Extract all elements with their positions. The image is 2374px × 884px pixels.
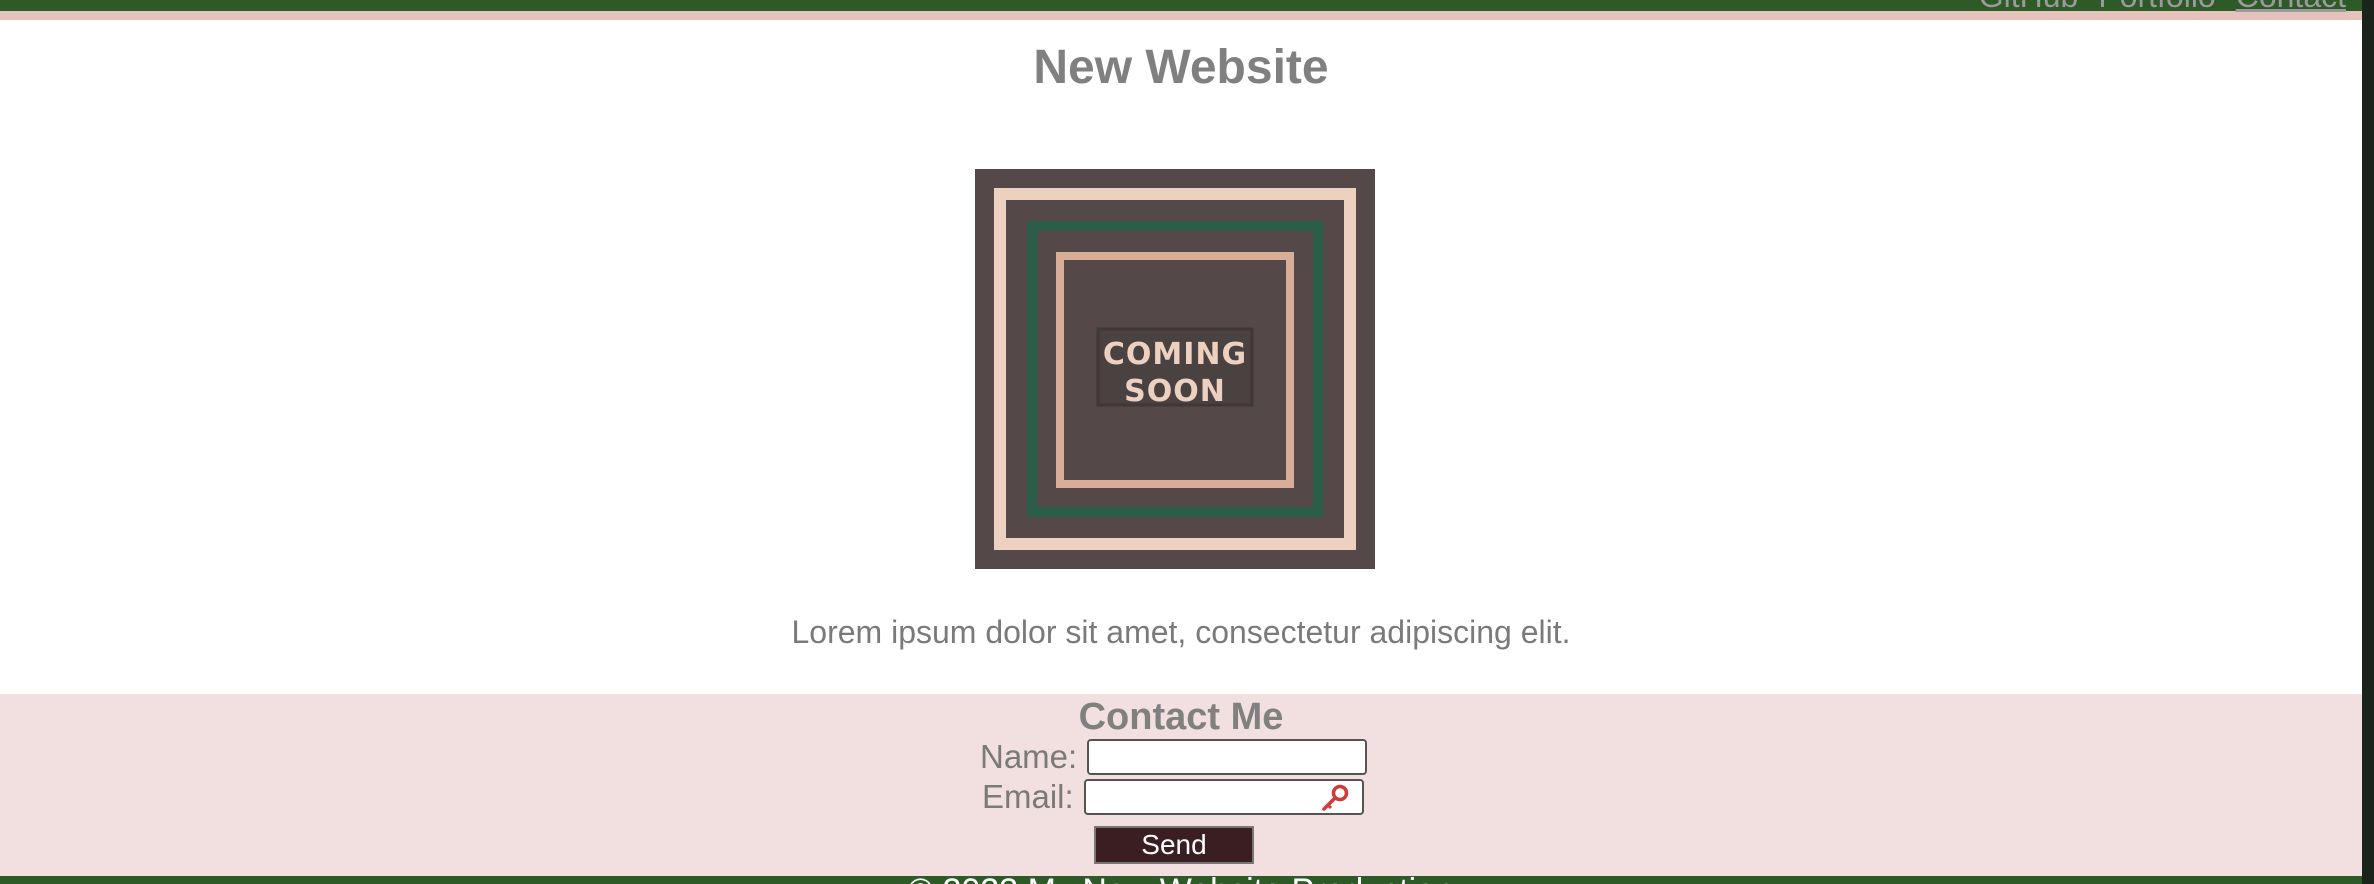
- nav-link-portfolio[interactable]: Portfolio: [2098, 0, 2215, 12]
- top-nav: GitHub Portfolio Contact: [1979, 0, 2346, 12]
- contact-heading: Contact Me: [1078, 696, 1284, 738]
- name-field[interactable]: [1087, 739, 1368, 775]
- page: GitHub Portfolio Contact New Website COM…: [0, 0, 2374, 884]
- contact-section: Contact Me Name: Email: Send: [0, 694, 2362, 876]
- email-field[interactable]: [1083, 779, 1364, 815]
- footer-text: © 2023 My New Website Production: [0, 874, 2362, 884]
- nav-link-contact[interactable]: Contact: [2236, 0, 2346, 12]
- name-row: Name:: [980, 738, 1368, 776]
- nav-link-github[interactable]: GitHub: [1979, 0, 2079, 12]
- key-icon[interactable]: [1320, 784, 1350, 812]
- email-row: Email:: [982, 778, 1364, 816]
- coming-soon-line1: COMING: [1103, 337, 1247, 372]
- coming-soon-image: COMING SOON: [975, 169, 1375, 569]
- coming-soon-line2: SOON: [1124, 374, 1226, 409]
- email-label: Email:: [982, 778, 1074, 815]
- window-edge: [2362, 0, 2374, 884]
- intro-text: Lorem ipsum dolor sit amet, consectetur …: [791, 614, 1571, 650]
- page-title: New Website: [1033, 41, 1329, 94]
- send-button[interactable]: Send: [1094, 826, 1254, 864]
- name-label: Name:: [980, 738, 1078, 775]
- footer: © 2023 My New Website Production: [0, 874, 2362, 884]
